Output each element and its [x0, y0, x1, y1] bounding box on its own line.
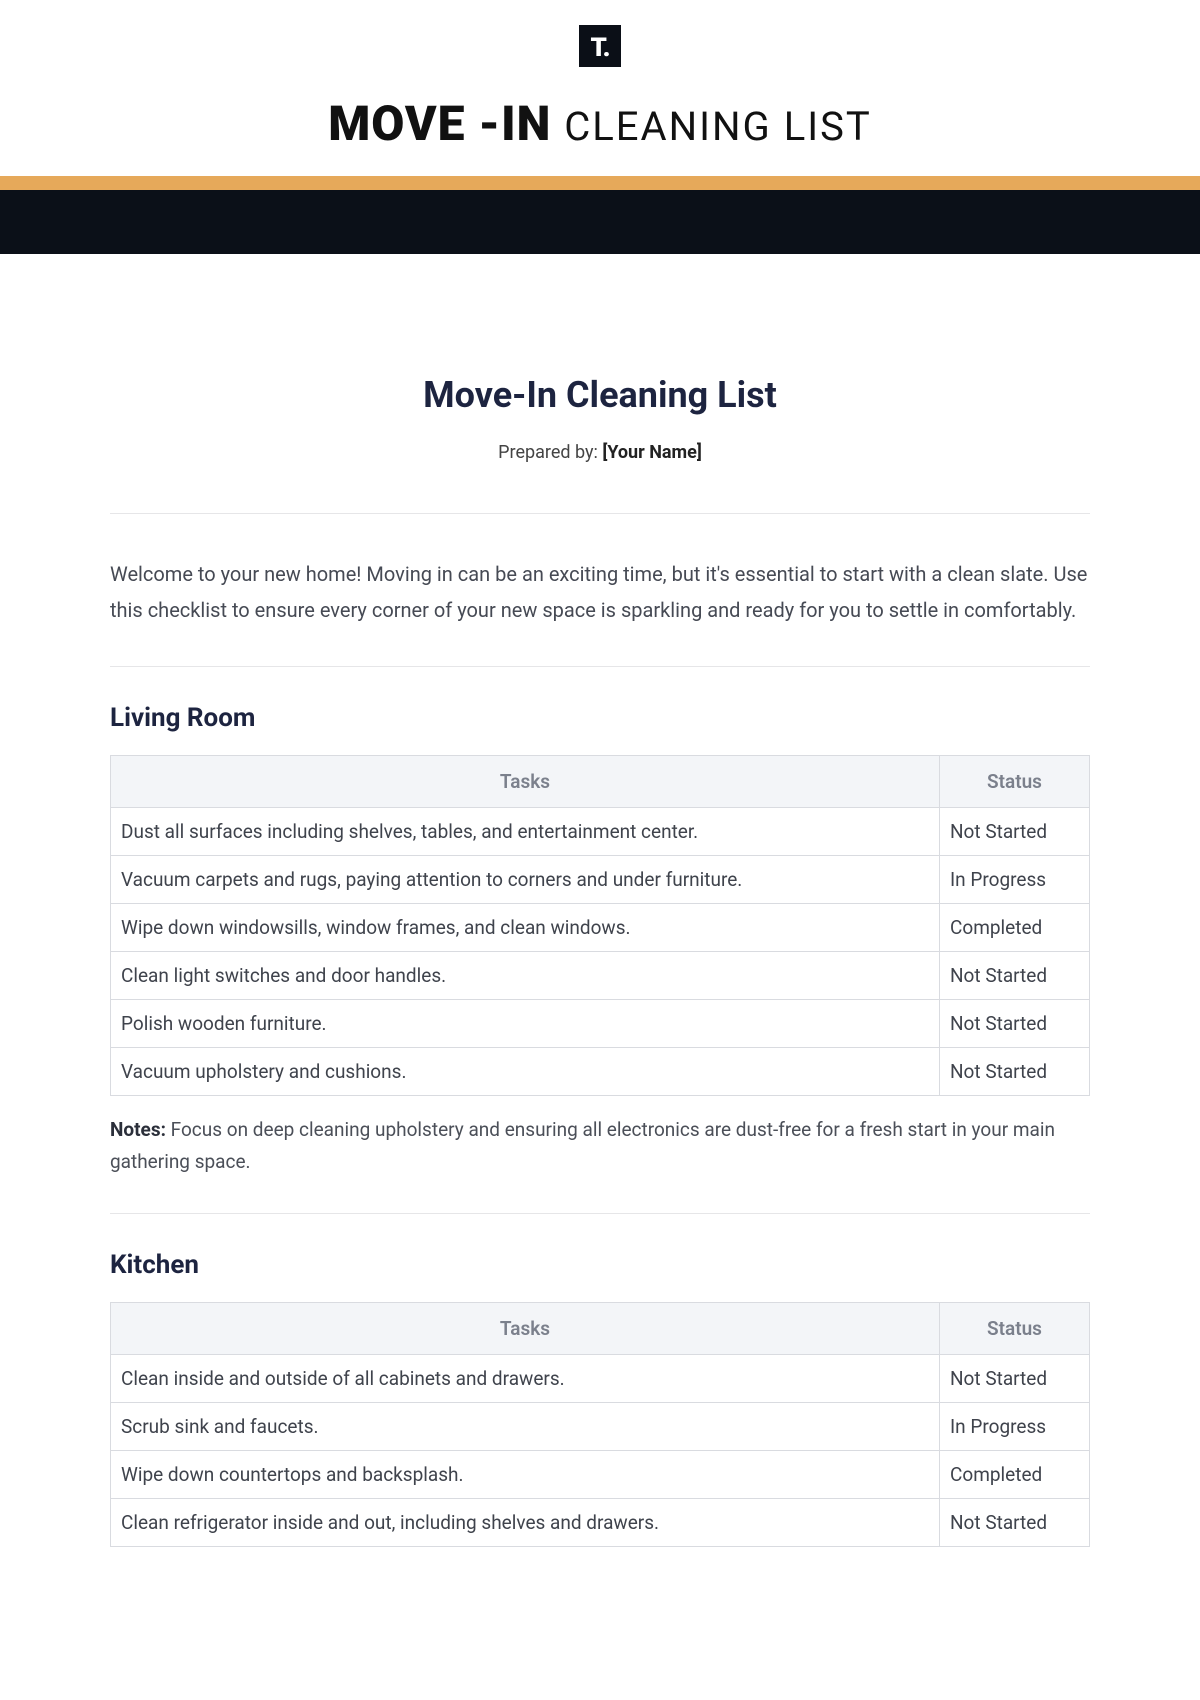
notes-text: Focus on deep cleaning upholstery and en… [110, 1118, 1055, 1173]
status-cell: In Progress [940, 1402, 1090, 1450]
task-cell: Dust all surfaces including shelves, tab… [111, 808, 940, 856]
table-row: Vacuum upholstery and cushions.Not Start… [111, 1048, 1090, 1096]
table-row: Scrub sink and faucets.In Progress [111, 1402, 1090, 1450]
task-cell: Wipe down windowsills, window frames, an… [111, 904, 940, 952]
table-row: Polish wooden furniture.Not Started [111, 1000, 1090, 1048]
column-header-status: Status [940, 756, 1090, 808]
task-cell: Clean inside and outside of all cabinets… [111, 1354, 940, 1402]
tasks-table: TasksStatusClean inside and outside of a… [110, 1302, 1090, 1547]
status-cell: Not Started [940, 808, 1090, 856]
tasks-table: TasksStatusDust all surfaces including s… [110, 755, 1090, 1096]
status-cell: Not Started [940, 1048, 1090, 1096]
banner-title-bold: MOVE -IN [328, 95, 551, 152]
status-cell: Completed [940, 904, 1090, 952]
column-header-tasks: Tasks [111, 756, 940, 808]
task-cell: Clean light switches and door handles. [111, 952, 940, 1000]
status-cell: Completed [940, 1450, 1090, 1498]
stripe-orange [0, 176, 1200, 190]
task-cell: Wipe down countertops and backsplash. [111, 1450, 940, 1498]
table-row: Vacuum carpets and rugs, paying attentio… [111, 856, 1090, 904]
task-cell: Vacuum carpets and rugs, paying attentio… [111, 856, 940, 904]
table-row: Clean light switches and door handles.No… [111, 952, 1090, 1000]
table-row: Wipe down countertops and backsplash.Com… [111, 1450, 1090, 1498]
table-row: Dust all surfaces including shelves, tab… [111, 808, 1090, 856]
document-title: Move-In Cleaning List [110, 374, 1090, 416]
column-header-status: Status [940, 1302, 1090, 1354]
table-row: Clean inside and outside of all cabinets… [111, 1354, 1090, 1402]
task-cell: Vacuum upholstery and cushions. [111, 1048, 940, 1096]
status-cell: In Progress [940, 856, 1090, 904]
stripe-dark [0, 190, 1200, 254]
status-cell: Not Started [940, 1354, 1090, 1402]
divider [110, 1213, 1090, 1214]
table-row: Wipe down windowsills, window frames, an… [111, 904, 1090, 952]
status-cell: Not Started [940, 952, 1090, 1000]
section-notes: Notes: Focus on deep cleaning upholstery… [110, 1114, 1090, 1179]
table-row: Clean refrigerator inside and out, inclu… [111, 1498, 1090, 1546]
prepared-label: Prepared by: [498, 442, 602, 463]
prepared-name: [Your Name] [602, 442, 702, 463]
status-cell: Not Started [940, 1000, 1090, 1048]
section-title: Kitchen [110, 1250, 1090, 1280]
divider [110, 666, 1090, 667]
task-cell: Clean refrigerator inside and out, inclu… [111, 1498, 940, 1546]
task-cell: Polish wooden furniture. [111, 1000, 940, 1048]
banner-title-light: CLEANING LIST [564, 103, 872, 150]
section-title: Living Room [110, 703, 1090, 733]
logo-icon: T. [579, 25, 621, 67]
column-header-tasks: Tasks [111, 1302, 940, 1354]
intro-text: Welcome to your new home! Moving in can … [110, 514, 1090, 666]
status-cell: Not Started [940, 1498, 1090, 1546]
banner-title: MOVE -IN CLEANING LIST [0, 95, 1200, 152]
task-cell: Scrub sink and faucets. [111, 1402, 940, 1450]
prepared-by: Prepared by: [Your Name] [110, 442, 1090, 463]
notes-label: Notes: [110, 1118, 166, 1141]
